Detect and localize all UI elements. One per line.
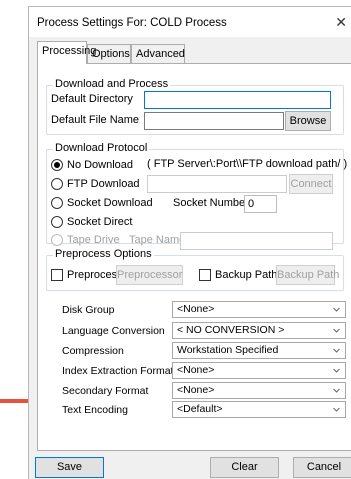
- preprocess-options-group: Preprocess Options Preprocess Preprocess…: [46, 248, 344, 291]
- checkbox-box: [51, 269, 63, 281]
- chevron-down-icon: [333, 407, 340, 412]
- compression-select[interactable]: Workstation Specified: [172, 342, 346, 359]
- download-and-process-group: Download and Process Default Directory D…: [46, 78, 344, 135]
- socket-direct-label: Socket Direct: [67, 216, 133, 228]
- save-button[interactable]: Save: [35, 457, 104, 478]
- radio-dot: [51, 159, 63, 171]
- checkbox-box: [199, 269, 211, 281]
- disk-group-label: Disk Group: [62, 304, 115, 316]
- ftp-download-label: FTP Download: [67, 178, 140, 190]
- processing-tab-panel: Download and Process Default Directory D…: [37, 63, 351, 451]
- tape-drive-label: Tape Drive: [67, 234, 120, 246]
- no-download-label: No Download: [67, 159, 134, 171]
- process-settings-dialog: Process Settings For: COLD Process ✕ Pro…: [28, 6, 351, 479]
- index-extraction-format-value: <None>: [177, 364, 215, 376]
- text-encoding-value: <Default>: [177, 403, 223, 415]
- chevron-down-icon: [333, 388, 340, 393]
- secondary-format-select[interactable]: <None>: [172, 382, 346, 399]
- tab-advanced[interactable]: Advanced: [131, 44, 185, 63]
- socket-download-radio[interactable]: Socket Download: [51, 196, 153, 210]
- default-directory-input[interactable]: [144, 91, 331, 109]
- clear-button[interactable]: Clear: [210, 457, 279, 478]
- window-title: Process Settings For: COLD Process: [37, 17, 227, 29]
- preprocessor-button[interactable]: Preprocessor: [116, 265, 183, 285]
- tape-name-label: Tape Name: [129, 234, 186, 246]
- ftp-path-hint: ( FTP Server\:Port\\FTP download path/ ): [147, 158, 348, 170]
- compression-label: Compression: [62, 345, 124, 357]
- language-conversion-select[interactable]: < NO CONVERSION >: [172, 322, 346, 339]
- secondary-format-value: <None>: [177, 384, 215, 396]
- language-conversion-value: < NO CONVERSION >: [177, 324, 285, 336]
- chevron-down-icon: [333, 328, 340, 333]
- download-and-process-legend: Download and Process: [53, 78, 171, 90]
- ftp-download-radio[interactable]: FTP Download: [51, 177, 140, 191]
- tape-drive-radio[interactable]: Tape Drive: [51, 233, 120, 247]
- secondary-format-label: Secondary Format: [62, 385, 149, 397]
- preprocess-options-legend: Preprocess Options: [53, 248, 154, 260]
- text-encoding-select[interactable]: <Default>: [172, 401, 346, 418]
- close-icon[interactable]: ✕: [335, 14, 347, 31]
- backup-path-checkbox[interactable]: Backup Path: [199, 268, 277, 282]
- radio-dot: [51, 234, 63, 246]
- socket-number-input[interactable]: [244, 195, 277, 213]
- chevron-down-icon: [333, 368, 340, 373]
- radio-dot: [51, 178, 63, 190]
- socket-download-label: Socket Download: [67, 197, 153, 209]
- preprocess-checkbox[interactable]: Preprocess: [51, 268, 123, 282]
- connect-button[interactable]: Connect: [289, 174, 333, 194]
- tape-name-input[interactable]: [180, 232, 333, 250]
- default-file-name-input[interactable]: [144, 112, 284, 130]
- tab-processing[interactable]: Processing: [37, 41, 96, 64]
- socket-direct-radio[interactable]: Socket Direct: [51, 215, 132, 229]
- chevron-down-icon: [333, 307, 340, 312]
- download-protocol-legend: Download Protocol: [53, 142, 150, 154]
- chevron-down-icon: [333, 348, 340, 353]
- language-conversion-label: Language Conversion: [62, 325, 165, 337]
- download-protocol-group: Download Protocol No Download ( FTP Serv…: [46, 142, 348, 250]
- cancel-button[interactable]: Cancel: [293, 457, 351, 478]
- index-extraction-format-select[interactable]: <None>: [172, 362, 346, 379]
- radio-dot: [51, 216, 63, 228]
- preprocess-label: Preprocess: [67, 269, 123, 281]
- text-encoding-label: Text Encoding: [62, 404, 128, 416]
- disk-group-select[interactable]: <None>: [172, 301, 346, 318]
- backup-path-button[interactable]: Backup Path: [276, 265, 339, 285]
- compression-value: Workstation Specified: [177, 344, 279, 356]
- browse-button[interactable]: Browse: [285, 111, 331, 131]
- disk-group-value: <None>: [177, 303, 215, 315]
- socket-number-label: Socket Number: [173, 197, 249, 209]
- default-directory-label: Default Directory: [51, 93, 133, 105]
- backup-path-label: Backup Path: [215, 269, 278, 281]
- default-file-name-label: Default File Name: [51, 114, 140, 126]
- ftp-server-input[interactable]: [147, 175, 287, 193]
- index-extraction-format-label: Index Extraction Format: [62, 365, 174, 377]
- no-download-radio[interactable]: No Download: [51, 158, 133, 172]
- title-bar: Process Settings For: COLD Process ✕: [29, 7, 351, 37]
- radio-dot: [51, 197, 63, 209]
